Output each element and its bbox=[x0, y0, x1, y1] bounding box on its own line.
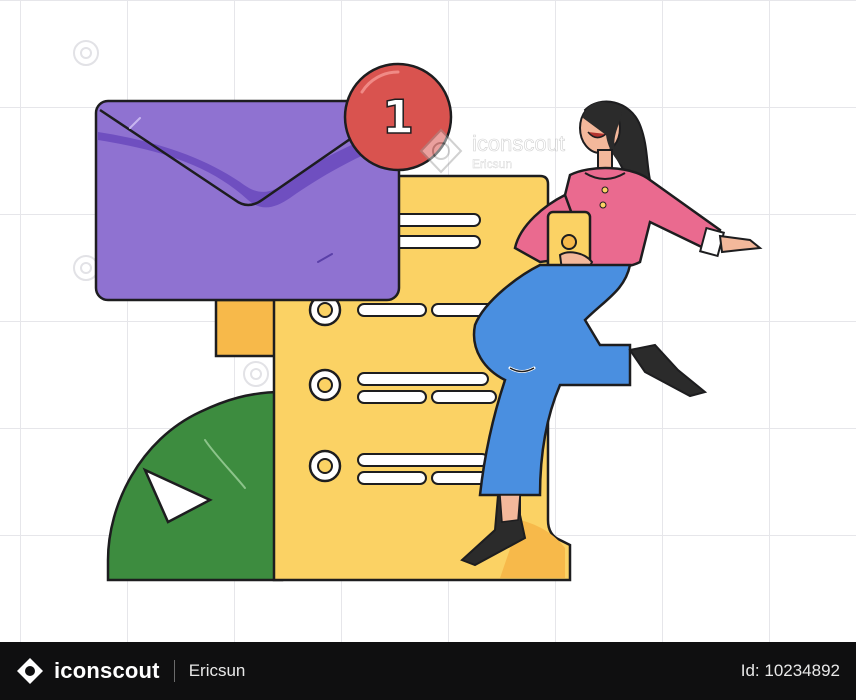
iconscout-logo-icon[interactable] bbox=[16, 657, 44, 685]
badge-count: 1 bbox=[382, 90, 414, 144]
illustration-stage: 1 iconscout Ericsun iconscout Ericsun Id… bbox=[0, 0, 856, 700]
attribution-footer: iconscout Ericsun Id: 10234892 bbox=[0, 642, 856, 700]
asset-id: Id: 10234892 bbox=[740, 661, 840, 680]
footer-brand[interactable]: iconscout bbox=[54, 658, 160, 684]
footer-author[interactable]: Ericsun bbox=[189, 661, 246, 681]
notification-badge: 1 bbox=[343, 62, 453, 172]
document-back-sheet bbox=[214, 298, 282, 358]
plant-leaf-shape bbox=[106, 390, 284, 582]
woman-character bbox=[460, 100, 763, 567]
footer-divider bbox=[173, 660, 175, 682]
email-notification-illustration: 1 bbox=[73, 40, 763, 582]
